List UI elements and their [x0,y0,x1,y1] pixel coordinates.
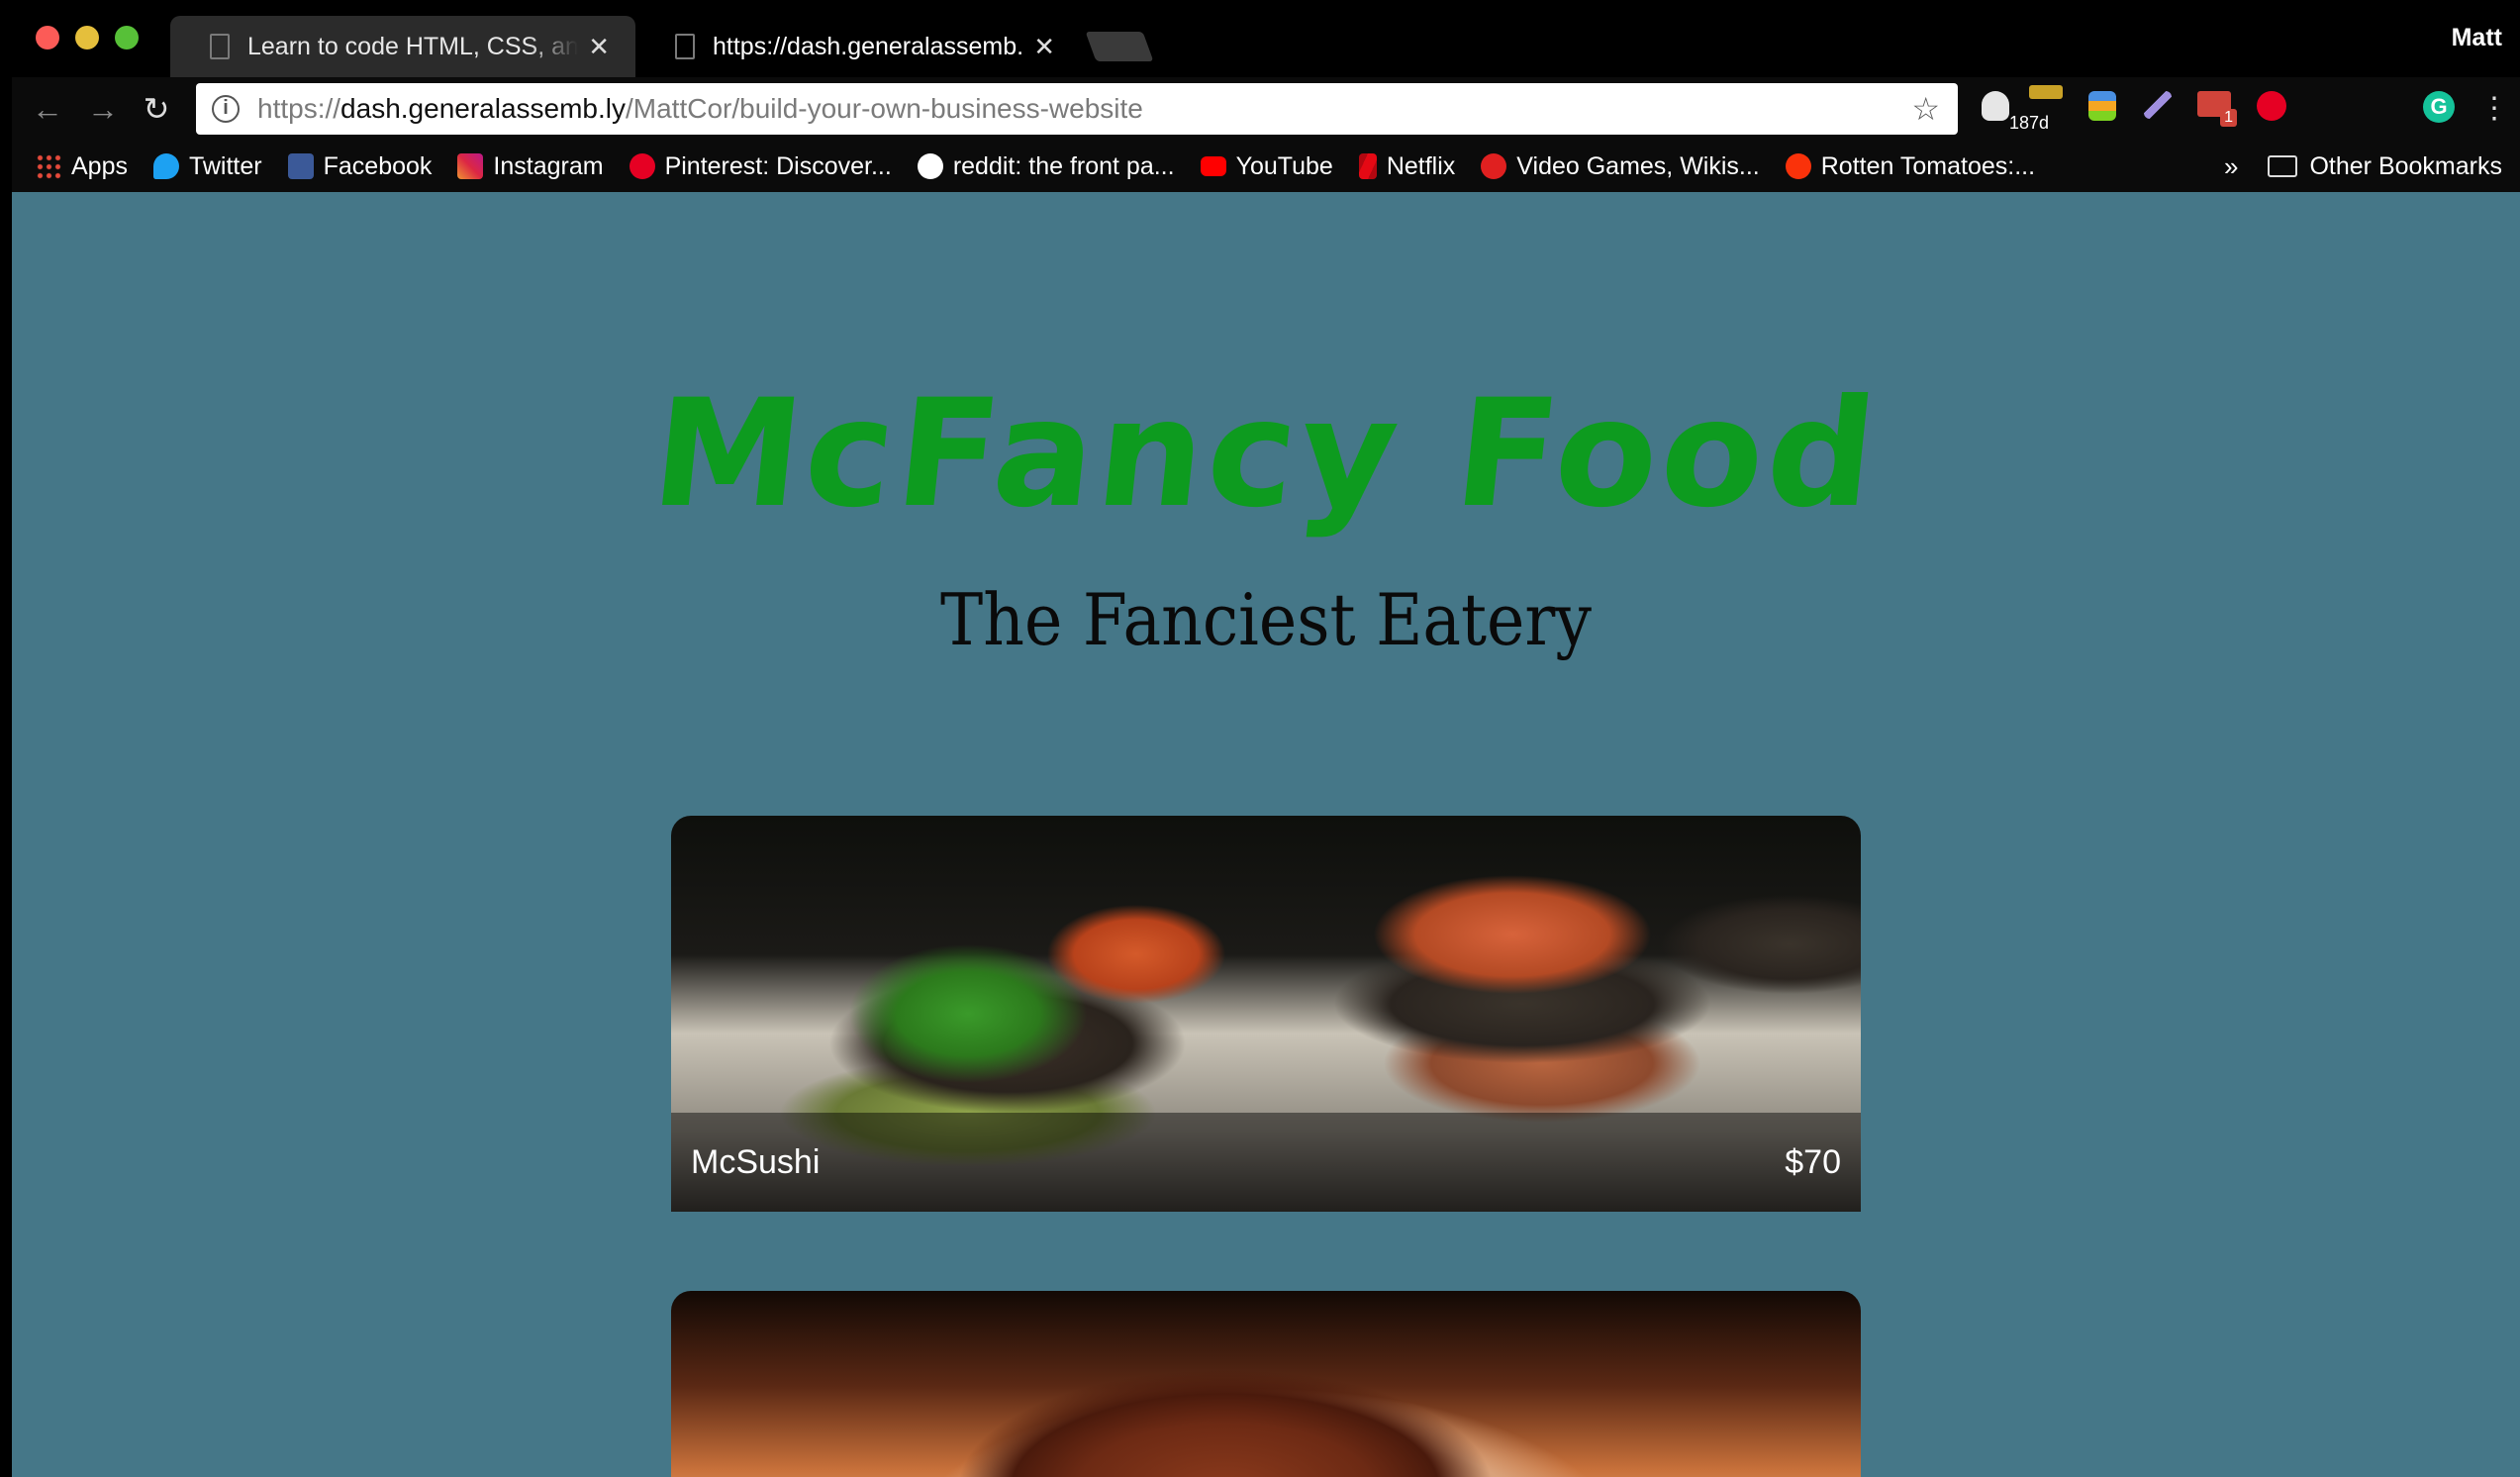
pinterest-extension-icon[interactable] [2257,91,2286,121]
address-bar[interactable]: i https://dash.generalassemb.ly/MattCor/… [196,83,1958,135]
folder-icon [2268,155,2298,177]
bookmark-label: Twitter [188,151,262,180]
bookmark-label: YouTube [1235,151,1333,180]
bookmark-instagram[interactable]: Instagram [457,151,604,181]
close-window-button[interactable] [36,26,59,49]
menu-item-price: $70 [1785,1142,1841,1181]
tab-strip: Learn to code HTML, CSS, and JavaScript … [12,0,2520,77]
bookmark-label: reddit: the front pa... [952,151,1175,180]
apps-grid-icon [36,153,61,179]
profile-name[interactable]: Matt [2452,24,2502,52]
bookmark-label: Netflix [1386,151,1456,180]
bookmark-youtube[interactable]: YouTube [1200,151,1333,181]
bookmark-rotten-tomatoes[interactable]: Rotten Tomatoes:... [1785,151,2036,181]
url-path: /MattCor/build-your-own-business-website [626,93,1143,124]
site-subtitle: The Fanciest Eatery [939,578,1592,661]
other-bookmarks-label: Other Bookmarks [2309,151,2502,180]
timer-extension-label: 187d [2009,113,2050,133]
toolbar: ← → ↻ i https://dash.generalassemb.ly/Ma… [12,77,2520,141]
new-tab-button[interactable] [1085,32,1154,61]
info-icon[interactable]: i [212,95,240,123]
youtube-icon [1200,156,1226,176]
reddit-icon [917,153,943,179]
bookmark-label: Instagram [493,151,604,180]
tab-active[interactable]: https://dash.generalassemb.ly/MattCor/bu… [635,16,1081,77]
grammarly-icon[interactable]: G [2423,91,2455,123]
web-page: McFancy Food The Fanciest Eatery McSushi… [12,192,2520,1477]
bookmark-star-icon[interactable]: ☆ [1911,90,1940,128]
url-host: dash.generalassemb.ly [340,93,626,124]
bookmark-apps[interactable]: Apps [36,152,128,181]
mail-badge: 1 [2220,109,2237,127]
facebook-icon [287,153,314,179]
forward-arrow-icon[interactable]: → [83,89,123,129]
page-icon [675,34,695,59]
page-icon [210,34,230,59]
palette-extension-icon[interactable] [2088,91,2116,121]
menu-item-card[interactable]: McSushi $70 [671,816,1861,1212]
menu-dots-icon[interactable]: ⋮ [2474,89,2514,129]
close-tab-icon[interactable]: ✕ [588,32,610,62]
fandom-icon [1481,153,1507,179]
tomato-icon [1785,153,1811,179]
bookmark-fandom[interactable]: Video Games, Wikis... [1481,151,1760,181]
back-arrow-icon[interactable]: ← [28,89,67,129]
bookmark-label: Apps [71,151,128,180]
bookmarks-bar: Apps Twitter Facebook Instagram Pinteres… [12,141,2520,192]
feather-extension-icon[interactable] [2144,91,2172,119]
netflix-icon [1358,153,1377,179]
bookmark-label: Rotten Tomatoes:... [1820,151,2036,180]
other-bookmarks-folder[interactable]: Other Bookmarks [2268,152,2502,181]
menu-item-name: McSushi [691,1142,821,1181]
stormtrooper-extension-icon[interactable] [1982,91,2009,121]
minimize-window-button[interactable] [75,26,99,49]
url-scheme: https:// [257,93,341,124]
instagram-icon [457,153,484,179]
bookmark-label: Pinterest: Discover... [664,151,892,180]
close-tab-icon[interactable]: ✕ [1033,32,1055,62]
bookmark-pinterest[interactable]: Pinterest: Discover... [629,151,892,181]
bookmark-reddit[interactable]: reddit: the front pa... [917,151,1175,181]
site-title: McFancy Food [644,368,1888,541]
tab-inactive[interactable]: Learn to code HTML, CSS, and JavaScript … [170,16,635,77]
bookmarks-overflow-chevron-icon[interactable]: » [2224,151,2238,182]
menu-item-card[interactable] [671,1291,1861,1477]
bookmark-twitter[interactable]: Twitter [152,151,262,181]
mail-extension-icon[interactable]: 1 [2197,91,2237,127]
menu-item-caption: McSushi $70 [671,1113,1861,1212]
twitter-icon [152,153,179,179]
maximize-window-button[interactable] [115,26,139,49]
bookmark-label: Facebook [323,151,433,180]
browser-window: Learn to code HTML, CSS, and JavaScript … [12,0,2520,1477]
tab-title: https://dash.generalassemb.ly/MattCor/bu… [713,32,1024,60]
bookmark-label: Video Games, Wikis... [1516,151,1760,180]
pinterest-icon [629,153,655,179]
bookmark-facebook[interactable]: Facebook [287,151,433,181]
tab-title: Learn to code HTML, CSS, and JavaScript [247,32,579,60]
bookmark-netflix[interactable]: Netflix [1358,151,1456,181]
reload-icon[interactable]: ↻ [137,89,176,129]
timer-extension-icon[interactable] [2029,85,2063,99]
